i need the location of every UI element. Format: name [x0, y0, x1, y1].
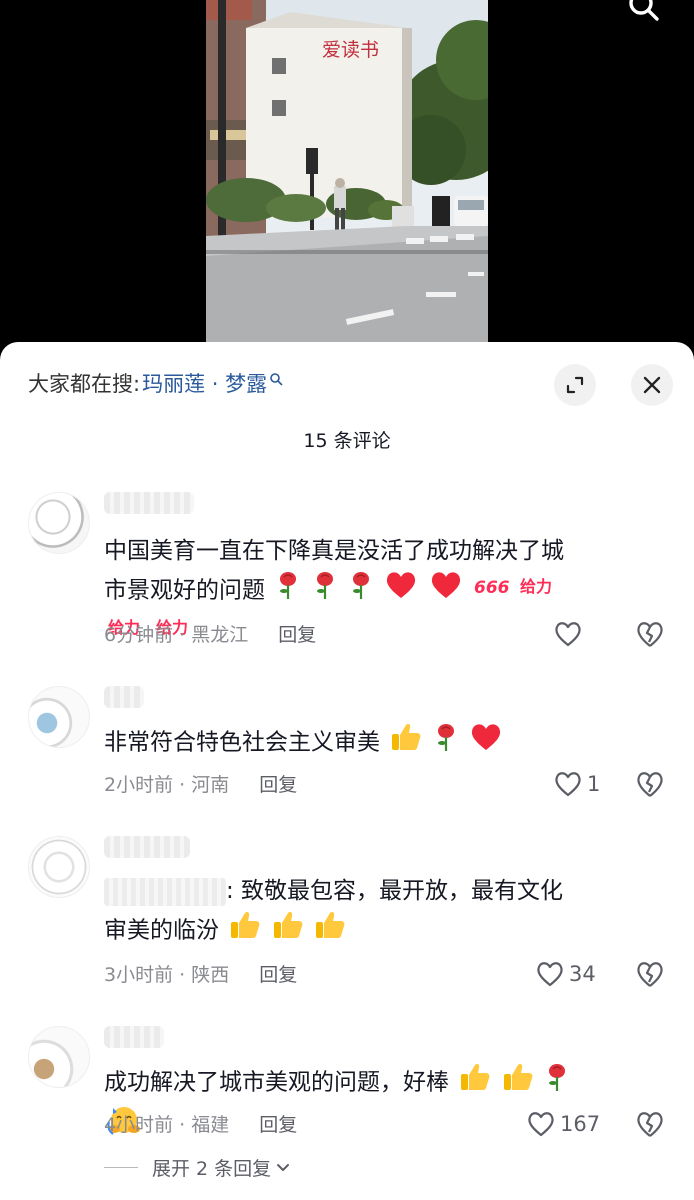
like-count: 34: [569, 962, 596, 986]
time-location: 2小时前 · 河南: [104, 774, 230, 796]
comment-count: 15 条评论: [303, 430, 391, 452]
thumbs-up-emoji: [459, 1062, 491, 1104]
time-location: 6分钟前 · 黑龙江: [104, 624, 249, 646]
heart-outline-icon: [528, 1112, 554, 1137]
expand-replies-label: 展开 2 条回复: [152, 1158, 272, 1180]
comment-meta: 3小时前 · 陕西 回复: [104, 960, 297, 987]
reply-button[interactable]: 回复: [278, 620, 316, 647]
comment-meta: 4小时前 · 福建 回复: [104, 1110, 297, 1137]
reply-button[interactable]: 回复: [259, 960, 297, 987]
like-button[interactable]: 167: [526, 1108, 600, 1140]
like-count: 167: [560, 1112, 601, 1136]
video-area[interactable]: 爱读书: [0, 0, 694, 360]
like-button[interactable]: 1: [553, 768, 600, 800]
like-button[interactable]: [553, 618, 587, 650]
666-sticker: 666: [473, 572, 510, 610]
search-icon: [270, 373, 283, 386]
comment-text: 非常符合特色社会主义审美: [104, 722, 574, 764]
rose-emoji: [348, 570, 374, 612]
username-redacted[interactable]: [104, 686, 144, 708]
comment-body: 非常符合特色社会主义审美: [104, 729, 380, 756]
comment-meta: 2小时前 · 河南 回复: [104, 770, 297, 797]
divider-line: [104, 1167, 138, 1168]
geili-sticker: 给力: [519, 572, 557, 610]
avatar[interactable]: [28, 836, 90, 898]
heart-outline-icon: [555, 622, 581, 647]
mentioned-user-redacted[interactable]: [104, 877, 226, 906]
svg-text:666: 666: [474, 578, 509, 598]
reply-button[interactable]: 回复: [259, 770, 297, 797]
close-button[interactable]: [631, 364, 673, 406]
heart-emoji: [384, 570, 418, 612]
like-count: 1: [587, 772, 601, 796]
username-redacted[interactable]: [104, 836, 190, 858]
time-location: 4小时前 · 福建: [104, 1114, 230, 1136]
expand-button[interactable]: [554, 364, 596, 406]
rose-emoji: [544, 1062, 570, 1104]
heart-emoji: [469, 722, 503, 764]
time-location: 3小时前 · 陕西: [104, 964, 230, 986]
broken-heart-icon[interactable]: [634, 1108, 666, 1140]
broken-heart-icon[interactable]: [634, 618, 666, 650]
thumbs-up-emoji: [390, 722, 422, 764]
comment-sheet: 大家都在搜: 玛丽莲 · 梦露 15 条评论 中国美育一直在下降真是没活了成功解…: [0, 342, 694, 1200]
thumbs-up-emoji: [314, 910, 346, 952]
building-sign: 爱读书: [322, 39, 379, 61]
rose-emoji: [275, 570, 301, 612]
username-redacted[interactable]: [104, 492, 194, 514]
comment-text: : 致敬最包容，最开放，最有文化审美的临汾: [104, 872, 574, 952]
thumbs-up-emoji: [502, 1062, 534, 1104]
hot-search-term[interactable]: 玛丽莲 · 梦露: [142, 368, 267, 398]
like-button[interactable]: 34: [535, 958, 596, 990]
chevron-down-icon: [277, 1163, 290, 1171]
close-icon: [643, 376, 661, 394]
comment-meta: 6分钟前 · 黑龙江 回复: [104, 620, 316, 647]
expand-replies-button[interactable]: 展开 2 条回复: [104, 1154, 291, 1181]
rose-emoji: [312, 570, 338, 612]
avatar[interactable]: [28, 492, 90, 554]
thumbs-up-emoji: [229, 910, 261, 952]
avatar[interactable]: [28, 686, 90, 748]
broken-heart-icon[interactable]: [634, 958, 666, 990]
rose-emoji: [433, 722, 459, 764]
search-icon: [629, 0, 659, 21]
thumbs-up-emoji: [272, 910, 304, 952]
hot-search-bar[interactable]: 大家都在搜: 玛丽莲 · 梦露: [28, 368, 283, 398]
comment-body: 成功解决了城市美观的问题，好棒: [104, 1069, 449, 1096]
reply-button[interactable]: 回复: [259, 1110, 297, 1137]
username-redacted[interactable]: [104, 1026, 164, 1048]
heart-emoji: [429, 570, 463, 612]
heart-outline-icon: [555, 772, 581, 797]
avatar[interactable]: [28, 1026, 90, 1088]
search-button[interactable]: [622, 0, 666, 26]
hot-search-label: 大家都在搜:: [28, 372, 141, 396]
svg-text:给力: 给力: [520, 577, 552, 596]
expand-icon: [566, 376, 584, 394]
broken-heart-icon[interactable]: [634, 768, 666, 800]
heart-outline-icon: [537, 962, 563, 987]
video-frame[interactable]: 爱读书: [206, 0, 488, 342]
